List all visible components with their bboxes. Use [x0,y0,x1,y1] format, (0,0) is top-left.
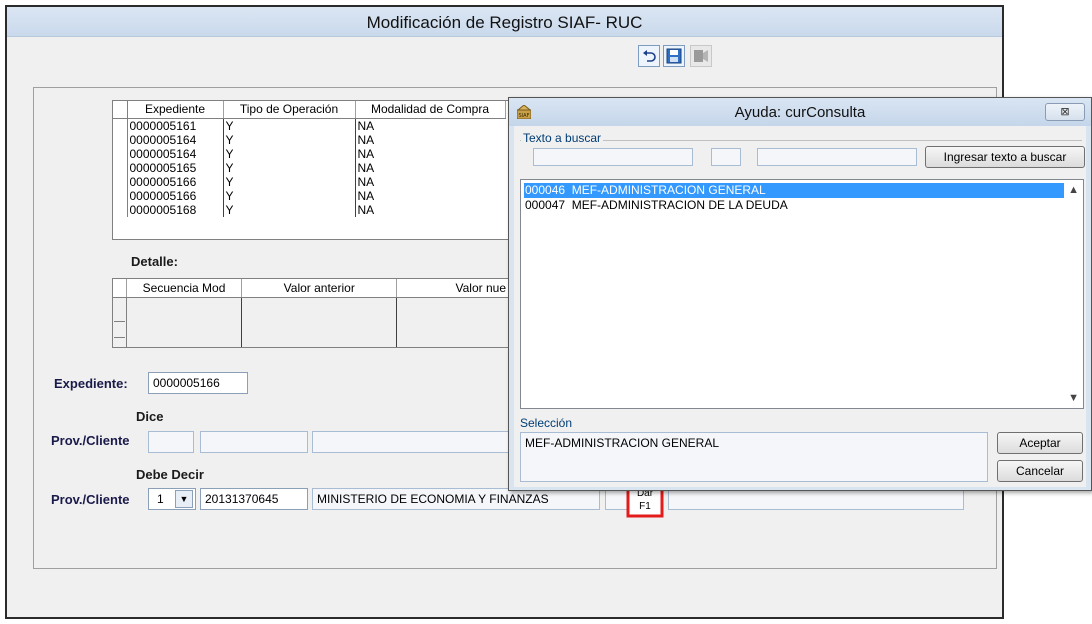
table-cell[interactable]: NA [355,118,505,133]
col-modalidad-compra[interactable]: Modalidad de Compra [355,101,506,119]
table-row[interactable]: 0000005164 Y NA [113,132,505,147]
table-cell[interactable]: NA [355,175,505,189]
list-item[interactable]: 000047 MEF-ADMINISTRACION DE LA DEUDA [524,198,1064,213]
prov-cliente2-label: Prov./Cliente [51,492,130,507]
row-selector[interactable] [113,160,128,175]
table-cell[interactable]: 0000005166 [127,174,224,189]
row-selector[interactable] [113,118,128,133]
save-icon [666,48,682,64]
tipo-combo[interactable]: 1 ▼ [148,488,196,510]
dice-ruc-field[interactable] [200,431,308,453]
row-selector[interactable] [113,146,128,161]
row-selector[interactable] [113,188,128,203]
selection-field[interactable]: MEF-ADMINISTRACION GENERAL ▲ ▼ [520,432,1005,482]
tipo-combo-value: 1 [157,492,164,506]
help-dialog: SIAF Ayuda: curConsulta ⊠ Texto a buscar… [508,97,1092,491]
table-row[interactable]: 0000005165 Y NA [113,160,505,175]
extra-field-2[interactable] [668,488,964,510]
row-selector-header [113,279,127,298]
main-title-bar: Modificación de Registro SIAF- RUC [7,7,1002,37]
search-input-2[interactable] [711,148,741,166]
chevron-down-icon[interactable]: ▼ [175,490,193,508]
ruc-field[interactable]: 20131370645 [200,488,308,510]
save-button[interactable] [663,45,685,67]
table-cell[interactable]: 0000005166 [127,188,224,203]
prov-cliente-label: Prov./Cliente [51,433,130,448]
table-cell[interactable]: Y [223,202,356,217]
col-valor-anterior[interactable]: Valor anterior [241,279,398,298]
search-button[interactable]: Ingresar texto a buscar [925,146,1085,168]
detalle-grid[interactable]: Secuencia Mod Valor anterior Valor nue [112,278,512,348]
table-cell[interactable]: Y [223,132,356,147]
detalle-cell[interactable] [396,297,511,347]
search-input-3[interactable] [757,148,917,166]
scroll-up-icon[interactable]: ▲ [1068,184,1079,196]
undo-button[interactable] [638,45,660,67]
table-cell[interactable]: NA [355,203,505,217]
col-tipo-operacion[interactable]: Tipo de Operación [223,101,356,119]
table-cell[interactable]: NA [355,147,505,161]
dice-tipo-field[interactable] [148,431,194,453]
search-input-1[interactable] [533,148,693,166]
scroll-down-icon[interactable]: ▼ [1068,392,1079,404]
table-cell[interactable]: Y [223,146,356,161]
table-row[interactable]: 0000005166 Y NA [113,188,505,203]
table-cell[interactable]: NA [355,189,505,203]
dialog-title-bar: SIAF Ayuda: curConsulta ⊠ [509,98,1091,126]
table-cell[interactable]: 0000005161 [127,118,224,133]
detalle-label: Detalle: [131,254,178,269]
table-row[interactable]: 0000005168 Y NA [113,202,505,217]
exit-icon [694,50,708,62]
search-group-label: Texto a buscar [521,131,604,145]
table-cell[interactable]: Y [223,160,356,175]
dice-nombre-field[interactable] [312,431,510,453]
row-selector-header [113,101,128,119]
list-item[interactable]: 000046 MEF-ADMINISTRACION GENERAL [524,183,1064,198]
debe-decir-label: Debe Decir [136,467,204,482]
dialog-title: Ayuda: curConsulta [734,104,866,121]
row-selector[interactable] [113,202,128,217]
col-expediente[interactable]: Expediente [127,101,224,119]
undo-icon [643,50,656,62]
detalle-cell[interactable] [241,297,398,347]
hint-text-f1: F1 [639,501,651,512]
table-row[interactable]: 0000005166 Y NA [113,174,505,189]
table-cell[interactable]: 0000005165 [127,160,224,175]
dialog-body: Texto a buscar Ingresar texto a buscar 0… [514,126,1086,487]
table-cell[interactable]: NA [355,133,505,147]
dice-label: Dice [136,409,164,424]
close-button[interactable]: ⊠ [1045,103,1085,121]
row-selector[interactable] [113,132,128,147]
selection-value: MEF-ADMINISTRACION GENERAL [525,436,720,450]
table-cell[interactable]: Y [223,188,356,203]
row-selector[interactable] [113,297,127,347]
accept-button[interactable]: Aceptar [997,432,1083,454]
table-cell[interactable]: 0000005164 [127,146,224,161]
table-cell[interactable]: Y [223,174,356,189]
results-list[interactable]: 000046 MEF-ADMINISTRACION GENERAL 000047… [520,179,1084,409]
detalle-cell[interactable] [126,297,243,347]
table-cell[interactable]: 0000005164 [127,132,224,147]
cancel-button[interactable]: Cancelar [997,460,1083,482]
table-cell[interactable]: NA [355,161,505,175]
expedientes-grid[interactable]: Expediente Tipo de Operación Modalidad d… [112,100,512,240]
table-row[interactable]: 0000005161 Y NA [113,118,505,133]
selection-label: Selección [520,416,573,430]
table-cell[interactable]: Y [223,118,356,133]
col-valor-nuevo[interactable]: Valor nue [396,279,511,298]
close-icon: ⊠ [1060,106,1070,118]
expediente-field[interactable]: 0000005166 [148,372,248,394]
row-selector[interactable] [113,174,128,189]
nombre-field[interactable]: MINISTERIO DE ECONOMIA Y FINANZAS [312,488,600,510]
table-cell[interactable]: 0000005168 [127,202,224,217]
table-row[interactable]: 0000005164 Y NA [113,146,505,161]
exit-button[interactable] [690,45,712,67]
window-title: Modificación de Registro SIAF- RUC [366,13,643,32]
col-secuencia-mod[interactable]: Secuencia Mod [126,279,243,298]
expediente-label: Expediente: [54,376,128,391]
